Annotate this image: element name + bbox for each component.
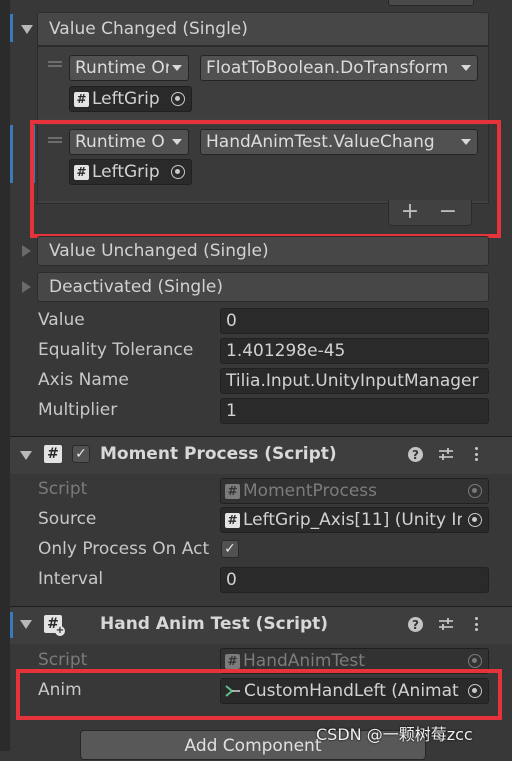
- source-field[interactable]: # LeftGrip_Axis[11] (Unity In: [220, 507, 489, 533]
- modified-indicator: [10, 14, 13, 42]
- function-dropdown[interactable]: FloatToBoolean.DoTransform: [200, 55, 478, 81]
- axis-name-input[interactable]: Tilia.Input.UnityInputManager: [220, 368, 489, 394]
- watermark: CSDN @一颗树莓zcc: [316, 725, 473, 744]
- runtime-mode-dropdown[interactable]: Runtime On: [69, 55, 189, 81]
- help-icon[interactable]: ?: [408, 447, 423, 462]
- object-picker-icon: [468, 654, 482, 668]
- value-label: Value: [38, 310, 85, 330]
- fold-arrow-icon[interactable]: [22, 245, 31, 257]
- chevron-down-icon: [461, 65, 471, 71]
- script-icon: #: [225, 512, 240, 528]
- deactivated-event-title: Deactivated (Single): [49, 277, 224, 297]
- fold-arrow-icon[interactable]: [20, 620, 32, 629]
- more-options-icon[interactable]: [473, 617, 479, 631]
- only-process-label: Only Process On Act: [38, 539, 210, 559]
- value-changed-event-header[interactable]: Value Changed (Single): [37, 12, 489, 46]
- fold-arrow-icon[interactable]: [21, 25, 33, 34]
- script-field: # MomentProcess: [220, 478, 489, 504]
- value-unchanged-event-title: Value Unchanged (Single): [49, 241, 269, 261]
- clipped-top-button[interactable]: [388, 0, 474, 6]
- fold-arrow-icon[interactable]: [22, 281, 31, 293]
- value-unchanged-event-header[interactable]: Value Unchanged (Single): [37, 236, 489, 266]
- interval-input[interactable]: 0: [220, 567, 489, 593]
- window-edge: [0, 0, 10, 751]
- interval-label: Interval: [38, 569, 104, 589]
- value-changed-event-title: Value Changed (Single): [49, 19, 248, 39]
- multiplier-input[interactable]: 1: [220, 398, 489, 424]
- script-icon: #: [225, 653, 240, 669]
- moment-process-title: Moment Process (Script): [100, 444, 337, 464]
- object-picker-icon: [468, 484, 482, 498]
- highlight-box: [30, 120, 501, 238]
- component-enabled-checkbox[interactable]: ✓: [72, 445, 90, 463]
- value-input[interactable]: 0: [220, 308, 489, 334]
- preset-sliders-icon[interactable]: [438, 617, 454, 631]
- script-icon: #: [44, 445, 62, 463]
- script-label: Script: [38, 479, 88, 499]
- source-label: Source: [38, 509, 97, 529]
- axis-name-label: Axis Name: [38, 370, 129, 390]
- equality-tolerance-label: Equality Tolerance: [38, 340, 194, 360]
- add-badge-icon: +: [55, 625, 65, 636]
- equality-tolerance-input[interactable]: 1.401298e-45: [220, 338, 489, 364]
- chevron-down-icon: [172, 65, 182, 71]
- more-options-icon[interactable]: [473, 447, 479, 461]
- target-object-field[interactable]: # LeftGrip: [69, 86, 192, 112]
- modified-indicator: [10, 612, 13, 638]
- deactivated-event-header[interactable]: Deactivated (Single): [37, 272, 489, 302]
- object-picker-icon[interactable]: [468, 513, 482, 527]
- script-icon: #: [225, 483, 240, 499]
- script-icon: #: [74, 91, 89, 107]
- preset-sliders-icon[interactable]: [438, 447, 454, 461]
- object-picker-icon[interactable]: [171, 92, 185, 106]
- hand-anim-test-title: Hand Anim Test (Script): [100, 614, 329, 634]
- add-component-label: Add Component: [184, 736, 322, 756]
- help-icon[interactable]: ?: [408, 617, 423, 632]
- modified-indicator: [10, 125, 13, 183]
- multiplier-label: Multiplier: [38, 400, 118, 420]
- highlight-box: [16, 669, 502, 720]
- fold-arrow-icon[interactable]: [20, 451, 32, 460]
- list-item[interactable]: Runtime On FloatToBoolean.DoTransform # …: [38, 47, 488, 119]
- drag-handle-icon[interactable]: [48, 61, 62, 67]
- only-process-checkbox[interactable]: ✓: [221, 540, 239, 558]
- script-label: Script: [38, 650, 88, 670]
